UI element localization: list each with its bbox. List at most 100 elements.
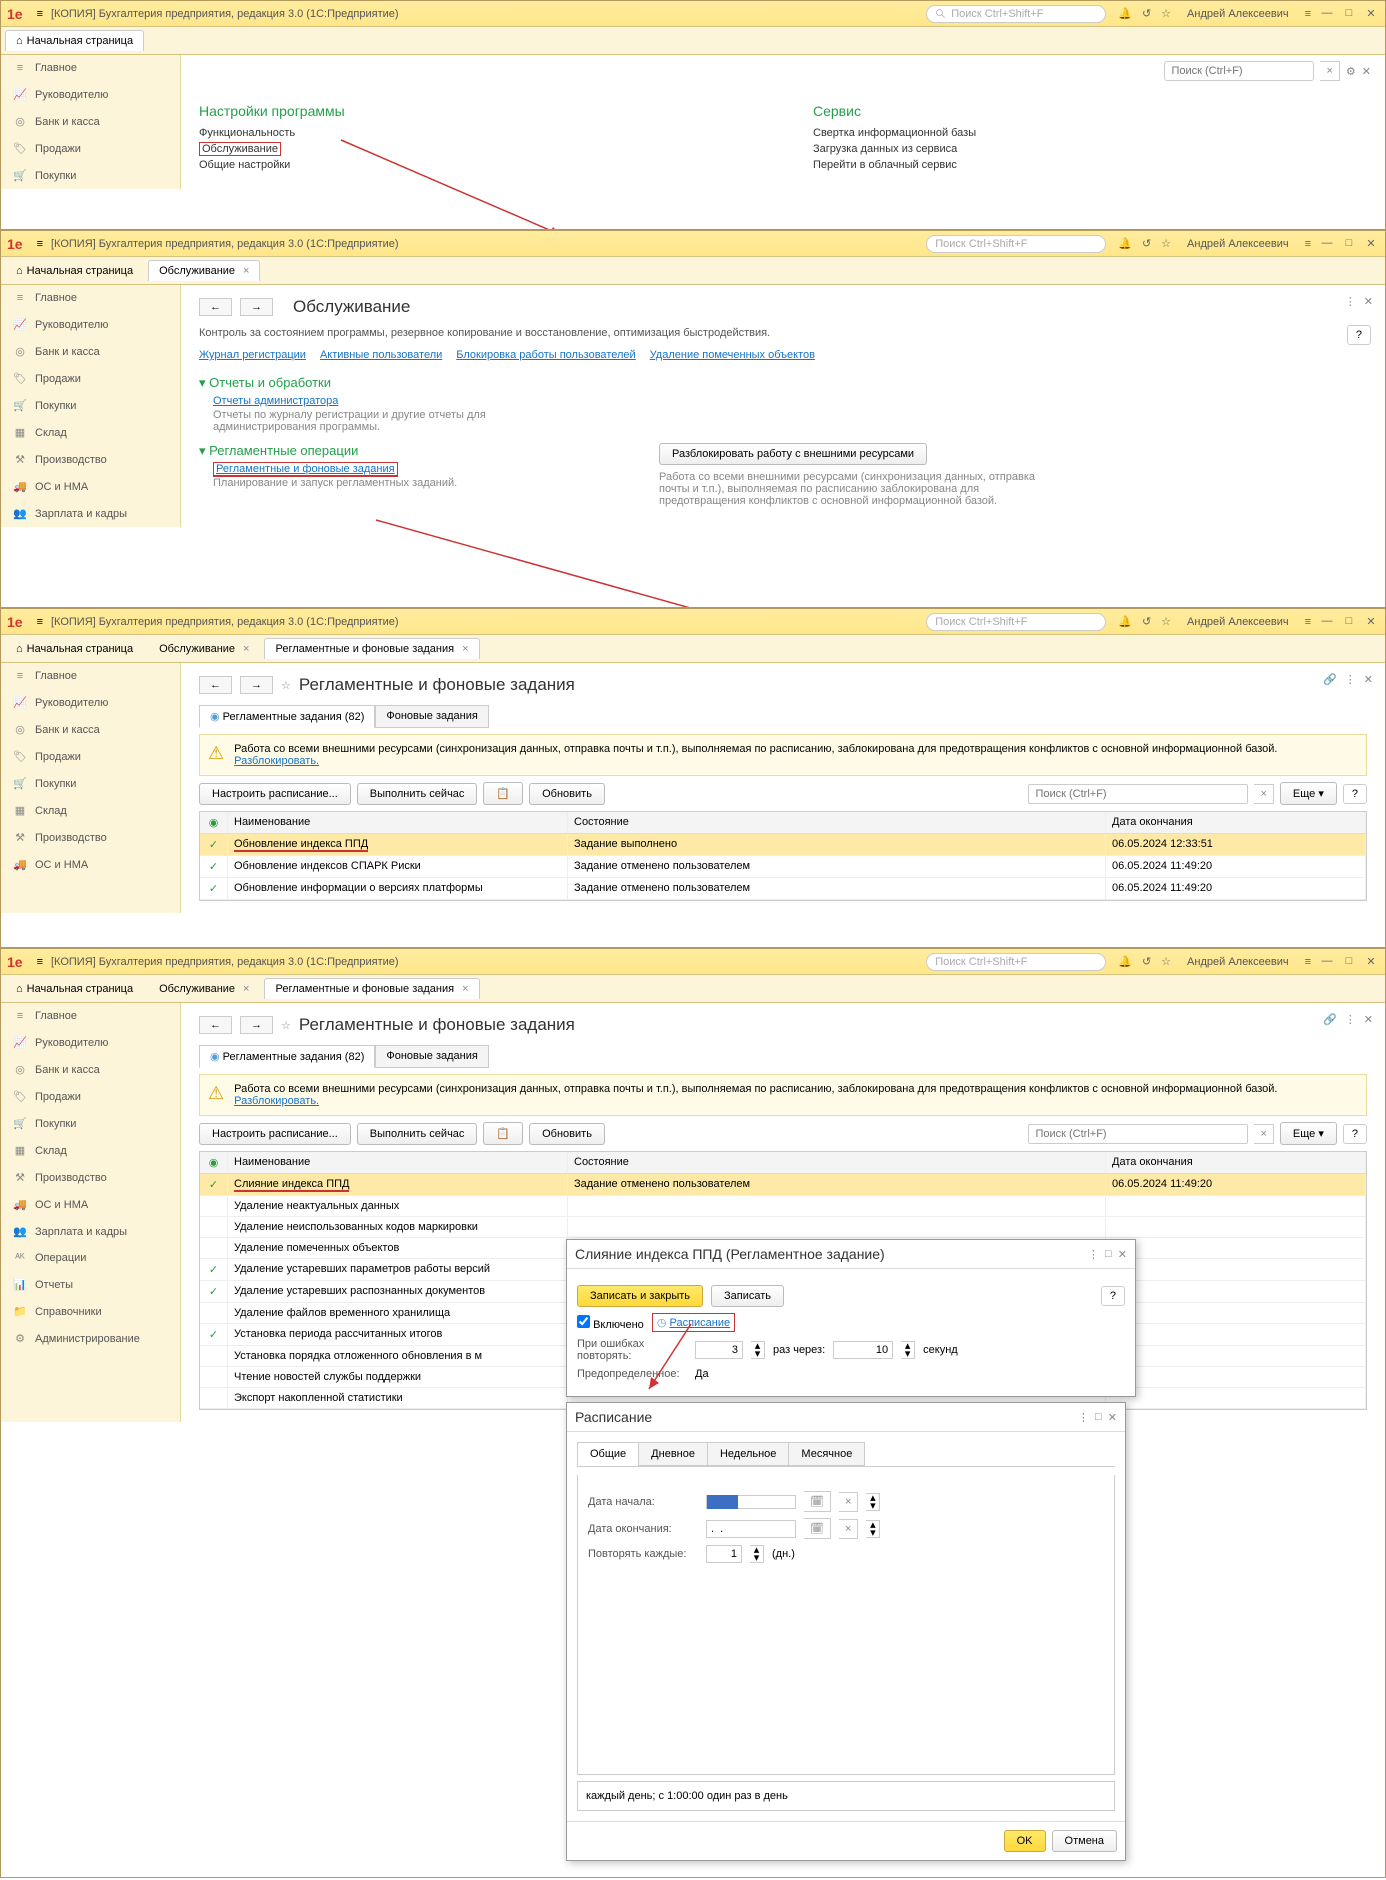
link-general[interactable]: Общие настройки	[199, 159, 753, 171]
nav-sales[interactable]: 🏷Продажи	[1, 365, 180, 392]
nav-buy[interactable]: 🛒Покупки	[1, 162, 180, 189]
bell-icon[interactable]: 🔔	[1118, 237, 1132, 250]
col-name[interactable]: Наименование	[228, 812, 568, 833]
save-close-button[interactable]: Записать и закрыть	[577, 1285, 703, 1307]
link-block[interactable]: Блокировка работы пользователей	[456, 349, 635, 361]
link-journal[interactable]: Журнал регистрации	[199, 349, 306, 361]
tab-weekly[interactable]: Недельное	[707, 1442, 789, 1466]
menu-icon[interactable]: ≡	[37, 238, 43, 250]
tab-maintenance[interactable]: Обслуживание×	[148, 260, 260, 281]
minimize-icon[interactable]: —	[1319, 7, 1335, 20]
table-row[interactable]: ✓Слияние индекса ППДЗадание отменено пол…	[200, 1174, 1366, 1196]
tab-jobs[interactable]: Регламентные и фоновые задания×	[264, 638, 479, 659]
close-icon[interactable]: ✕	[1364, 295, 1373, 308]
nav-bank[interactable]: ◎Банк и касса	[1, 108, 180, 135]
tab-daily[interactable]: Дневное	[638, 1442, 708, 1466]
fwd-button[interactable]: →	[240, 298, 273, 316]
help-button[interactable]: ?	[1343, 784, 1367, 804]
sec-scheduled[interactable]: Регламентные операции	[199, 443, 619, 459]
menu-icon[interactable]: ≡	[37, 8, 43, 20]
tab-home[interactable]: ⌂Начальная страница	[5, 30, 144, 51]
start-date-input[interactable]	[707, 1495, 738, 1509]
run-now-button[interactable]: Выполнить сейчас	[357, 783, 478, 805]
nav-mgr[interactable]: 📈Руководителю	[1, 311, 180, 338]
global-search[interactable]: Поиск Ctrl+Shift+F	[926, 5, 1106, 23]
link-users[interactable]: Активные пользователи	[320, 349, 442, 361]
settings-icon[interactable]: ≡	[1305, 8, 1311, 20]
col-state[interactable]: Состояние	[568, 812, 1106, 833]
close-icon[interactable]: ✕	[1363, 7, 1379, 20]
link-cloud[interactable]: Перейти в облачный сервис	[813, 159, 1367, 171]
maximize-icon[interactable]: □	[1105, 1248, 1112, 1260]
nav-prod[interactable]: ⚒Производство	[1, 446, 180, 473]
help-button[interactable]: ?	[1347, 325, 1371, 345]
warn-unlock-link[interactable]: Разблокировать.	[234, 755, 319, 767]
nav-os[interactable]: 🚚ОС и НМА	[1, 473, 180, 500]
table-row[interactable]: Удаление неиспользованных кодов маркиров…	[200, 1217, 1366, 1238]
schedule-button[interactable]: Настроить расписание...	[199, 783, 351, 805]
nav-salary[interactable]: 👥Зарплата и кадры	[1, 500, 180, 527]
maximize-icon[interactable]: □	[1341, 7, 1357, 20]
history-icon[interactable]: ↺	[1142, 7, 1151, 20]
nav-main[interactable]: ≡Главное	[1, 285, 180, 311]
nav-main[interactable]: ≡Главное	[1, 55, 180, 81]
subtab-scheduled[interactable]: ◉ Регламентные задания (82)	[199, 705, 375, 728]
global-search[interactable]: Поиск Ctrl+Shift+F	[926, 235, 1106, 253]
nav-mgr[interactable]: 📈Руководителю	[1, 81, 180, 108]
link-svertka[interactable]: Свертка информационной базы	[813, 127, 1367, 139]
calendar-icon[interactable]: 🗓	[804, 1491, 831, 1512]
nav-bank[interactable]: ◎Банк и касса	[1, 338, 180, 365]
check-icon	[200, 1238, 228, 1258]
close-icon[interactable]: ✕	[1118, 1248, 1127, 1261]
refresh-button[interactable]: Обновить	[529, 783, 605, 805]
nav-buy[interactable]: 🛒Покупки	[1, 392, 180, 419]
link-load[interactable]: Загрузка данных из сервиса	[813, 143, 1367, 155]
star-icon[interactable]: ☆	[1161, 7, 1171, 20]
tab-general[interactable]: Общие	[577, 1442, 639, 1466]
user-label[interactable]: Андрей Алексеевич	[1187, 8, 1289, 20]
repeat-days-input[interactable]	[706, 1545, 742, 1563]
tab-close-icon[interactable]: ×	[243, 265, 249, 277]
unlock-button[interactable]: Разблокировать работу с внешними ресурса…	[659, 443, 927, 465]
link-scheduled-jobs[interactable]: Регламентные и фоновые задания	[213, 462, 398, 477]
gear-icon[interactable]: ⚙	[1346, 65, 1356, 78]
cancel-button[interactable]: Отмена	[1052, 1830, 1117, 1852]
table-row[interactable]: ✓Обновление индексов СПАРК РискиЗадание …	[200, 856, 1366, 878]
nav-sales[interactable]: 🏷Продажи	[1, 135, 180, 162]
sec-reports[interactable]: Отчеты и обработки	[199, 375, 1367, 391]
ok-button[interactable]: OK	[1004, 1830, 1046, 1852]
table-row[interactable]: Удаление неактуальных данных	[200, 1196, 1366, 1217]
save-button[interactable]: Записать	[711, 1285, 784, 1307]
link-icon[interactable]: 🔗	[1323, 673, 1337, 686]
close-panel-icon[interactable]: ✕	[1362, 65, 1371, 78]
check-icon	[200, 1367, 228, 1387]
back-button[interactable]: ←	[199, 298, 232, 316]
history-icon[interactable]: ↺	[1142, 237, 1151, 250]
end-date-input[interactable]	[706, 1520, 796, 1538]
col-date[interactable]: Дата окончания	[1106, 812, 1366, 833]
content-search[interactable]	[1164, 61, 1314, 81]
schedule-link[interactable]: Расписание	[669, 1317, 730, 1329]
col-icon[interactable]: ◉	[200, 812, 228, 833]
subtab-background[interactable]: Фоновые задания	[375, 705, 488, 728]
link-delete[interactable]: Удаление помеченных объектов	[650, 349, 815, 361]
link-maintenance[interactable]: Обслуживание	[199, 142, 281, 156]
grid-search[interactable]	[1028, 784, 1248, 804]
help-button[interactable]: ?	[1101, 1286, 1125, 1306]
link-functionality[interactable]: Функциональность	[199, 127, 753, 139]
retry-sec-input[interactable]	[833, 1341, 893, 1359]
nav-stock[interactable]: ▦Склад	[1, 419, 180, 446]
more-button[interactable]: Еще ▾	[1280, 782, 1337, 805]
bell-icon[interactable]: 🔔	[1118, 7, 1132, 20]
link-admin-reports[interactable]: Отчеты администратора	[213, 395, 338, 407]
clear-search-icon[interactable]: ×	[1320, 61, 1339, 81]
table-row[interactable]: ✓Обновление индекса ППДЗадание выполнено…	[200, 834, 1366, 856]
enabled-checkbox[interactable]: Включено	[577, 1315, 644, 1331]
tab-home[interactable]: ⌂Начальная страница	[5, 260, 144, 281]
more-icon[interactable]: ⋮	[1345, 295, 1356, 308]
calendar-button[interactable]: 📋	[483, 782, 523, 805]
retry-count-input[interactable]	[695, 1341, 743, 1359]
star-icon[interactable]: ☆	[1161, 237, 1171, 250]
table-row[interactable]: ✓Обновление информации о версиях платфор…	[200, 878, 1366, 900]
tab-monthly[interactable]: Месячное	[788, 1442, 865, 1466]
